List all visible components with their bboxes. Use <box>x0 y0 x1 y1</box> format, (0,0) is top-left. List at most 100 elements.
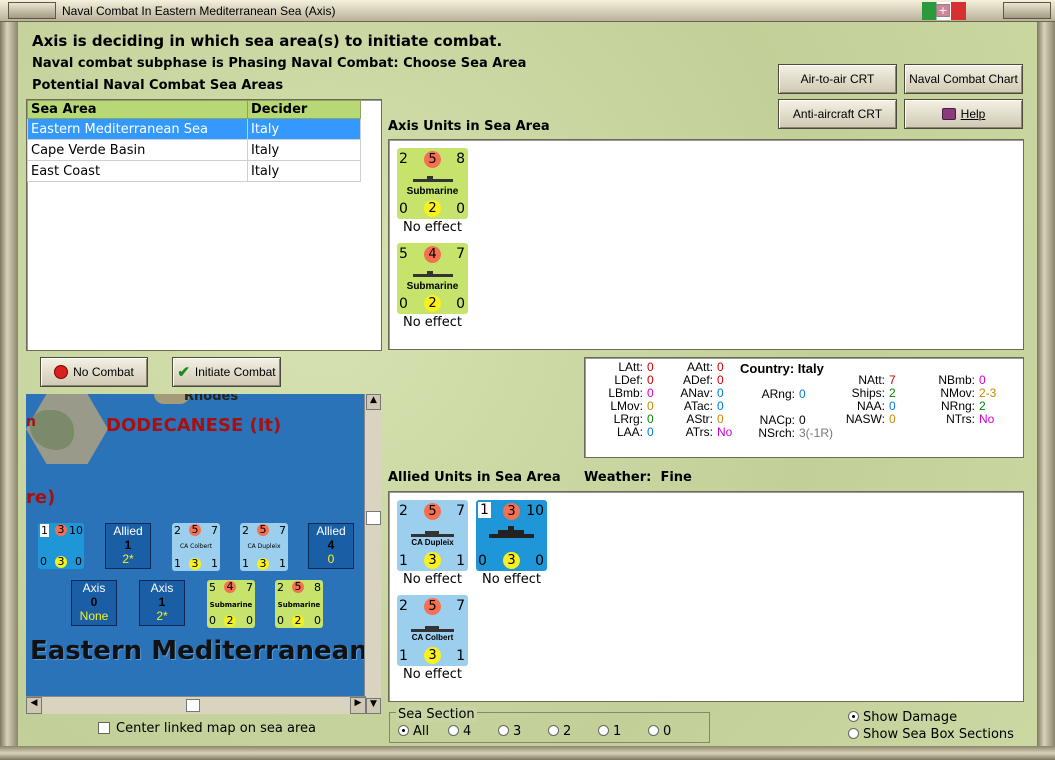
axis-units-panel: 2 5 8 Submarine 0 2 0 No effect 5 4 7 Su… <box>388 139 1024 350</box>
counter-bottom-left: 0 <box>478 553 487 569</box>
stats-values-col4: 7200 <box>889 374 896 426</box>
no-combat-button[interactable]: No Combat <box>40 357 148 387</box>
counter-bottom-mid: 3 <box>424 647 441 664</box>
table-row[interactable]: East Coast Italy <box>27 160 361 182</box>
weather-label: Weather: <box>584 470 652 485</box>
map-counter[interactable]: 2 5 7 CA Dupleix 1 3 1 <box>240 523 288 571</box>
unit-counter[interactable]: 1 3 10 0 3 0 <box>476 500 547 571</box>
counter-attack-value: 4 <box>224 581 236 593</box>
counter-bottom-right: 1 <box>279 557 286 570</box>
counter-left-value: 2 <box>277 581 284 594</box>
close-window-button[interactable] <box>1003 2 1051 19</box>
axis-box[interactable]: Axis 0 None <box>71 580 117 626</box>
section-radio-0[interactable]: 0 <box>648 724 671 739</box>
section-radio-2[interactable]: 2 <box>548 724 571 739</box>
box-count: 1 <box>124 538 132 552</box>
axis-box[interactable]: Axis 1 2* <box>139 580 185 626</box>
scroll-thumb[interactable] <box>366 511 381 525</box>
italy-flag-icon: + <box>922 2 966 20</box>
allied-units-panel: 2 5 7 CA Dupleix 1 3 1 No effect 1 3 10 … <box>388 491 1024 702</box>
section-radio-4[interactable]: 4 <box>448 724 471 739</box>
naval-combat-dialog: Axis is deciding in which sea area(s) to… <box>18 22 1037 746</box>
scroll-left-icon[interactable]: ◀ <box>26 697 42 714</box>
section-option-label: 4 <box>463 724 472 739</box>
map-fragment-label: re) <box>26 487 56 508</box>
scroll-down-icon[interactable]: ▼ <box>366 698 381 714</box>
checkbox-box[interactable] <box>98 722 110 734</box>
stat-value: 3(-1R) <box>799 426 834 440</box>
scroll-thumb[interactable] <box>186 699 200 712</box>
counter-unit-name: Submarine <box>406 186 459 197</box>
anti-aircraft-crt-button[interactable]: Anti-aircraft CRT <box>778 99 897 129</box>
stat-value: 0 <box>799 413 806 427</box>
stats-labels-col4: NAtt: Ships: NAA: NASW: <box>837 374 885 426</box>
sea-area-cell: Eastern Mediterranean Sea <box>27 118 248 140</box>
allied-units-title: Allied Units in Sea Area <box>388 470 561 485</box>
counter-attack-value: 5 <box>424 151 441 168</box>
counter-bottom-right: 1 <box>456 553 465 569</box>
map-vertical-scrollbar[interactable]: ▲ ▼ <box>364 394 381 714</box>
column-header-decider[interactable]: Decider <box>247 100 361 119</box>
table-row[interactable]: Cape Verde Basin Italy <box>27 139 361 161</box>
unit-counter[interactable]: 5 4 7 Submarine 0 2 0 <box>397 243 468 314</box>
window-frame-left <box>0 22 18 748</box>
sea-area-map-label: Eastern Mediterranean <box>30 636 368 666</box>
column-header-sea-area[interactable]: Sea Area <box>27 100 248 119</box>
counter-unit-name: Submarine <box>209 601 253 609</box>
decider-cell: Italy <box>247 118 361 140</box>
naval-combat-chart-button[interactable]: Naval Combat Chart <box>904 64 1023 94</box>
no-entry-icon <box>54 365 69 379</box>
counter-attack-value: 5 <box>424 598 441 615</box>
air-to-air-crt-button[interactable]: Air-to-air CRT <box>778 64 897 94</box>
sea-area-cell: East Coast <box>27 160 248 182</box>
unit-counter[interactable]: 2 5 8 Submarine 0 2 0 <box>397 148 468 219</box>
center-map-checkbox[interactable]: Center linked map on sea area <box>98 721 316 736</box>
anti-aircraft-crt-label: Anti-aircraft CRT <box>792 107 883 121</box>
counter-bottom-mid: 2 <box>292 615 304 627</box>
box-title: Allied <box>316 524 346 538</box>
counter-bottom-mid: 3 <box>189 558 201 570</box>
map-counter[interactable]: 1 3 10 0 3 0 <box>38 523 84 569</box>
counter-left-value: 1 <box>478 502 491 518</box>
country-stats-panel: LAtt: LDef: LBmb: LMov: LRrg: LAA: 000000 AAt… <box>584 357 1024 458</box>
subphase-label: Naval combat subphase is Phasing Naval C… <box>32 56 527 71</box>
section-radio-1[interactable]: 1 <box>598 724 621 739</box>
map-fragment-label: n <box>26 414 36 430</box>
unit-counter[interactable]: 2 5 7 CA Colbert 1 3 1 <box>397 595 468 666</box>
show-damage-radio[interactable]: Show Damage <box>848 710 957 725</box>
map-counter[interactable]: 2 5 7 CA Colbert 1 3 1 <box>172 523 220 571</box>
show-sections-radio[interactable]: Show Sea Box Sections <box>848 727 1014 742</box>
unit-effect: No effect <box>403 572 463 587</box>
scroll-up-icon[interactable]: ▲ <box>366 394 381 410</box>
radio-dot <box>398 725 409 736</box>
stats-labels-col1: LAtt: LDef: LBmb: LMov: LRrg: LAA: <box>587 361 643 439</box>
linked-map[interactable]: Rhodes DODECANESE (It) n re) 1 3 10 0 3 … <box>26 394 381 714</box>
allied-box[interactable]: Allied 1 2* <box>105 523 151 569</box>
air-to-air-crt-label: Air-to-air CRT <box>800 72 875 86</box>
allied-box[interactable]: Allied 4 0 <box>308 523 354 569</box>
scroll-right-icon[interactable]: ▶ <box>350 697 366 714</box>
section-radio-3[interactable]: 3 <box>498 724 521 739</box>
weather-readout: Weather: Fine <box>584 470 692 485</box>
submarine-icon <box>409 172 456 182</box>
map-horizontal-scrollbar[interactable]: ◀ ▶ <box>26 696 366 714</box>
submarine-icon <box>409 267 456 277</box>
radio-dot <box>448 725 459 736</box>
country-label: Country: <box>740 361 795 376</box>
help-button[interactable]: Help <box>904 99 1023 129</box>
section-radio-all[interactable]: All <box>398 724 429 739</box>
system-menu-icon[interactable] <box>8 2 56 19</box>
counter-bottom-right: 0 <box>246 614 253 627</box>
counter-right-value: 8 <box>456 151 465 167</box>
counter-left-value: 2 <box>399 151 408 167</box>
initiate-combat-button[interactable]: ✔ Initiate Combat <box>172 357 281 387</box>
unit-counter[interactable]: 2 5 7 CA Dupleix 1 3 1 <box>397 500 468 571</box>
dodecanese-label: DODECANESE (It) <box>106 415 282 436</box>
section-option-label: 3 <box>513 724 522 739</box>
map-counter[interactable]: 5 4 7 Submarine 0 2 0 <box>207 580 255 628</box>
table-row[interactable]: Eastern Mediterranean Sea Italy <box>27 118 361 140</box>
radio-dot <box>648 725 659 736</box>
counter-left-value: 5 <box>399 246 408 262</box>
window-title: Naval Combat In Eastern Mediterranean Se… <box>62 4 336 18</box>
map-counter[interactable]: 2 5 8 Submarine 0 2 0 <box>275 580 323 628</box>
